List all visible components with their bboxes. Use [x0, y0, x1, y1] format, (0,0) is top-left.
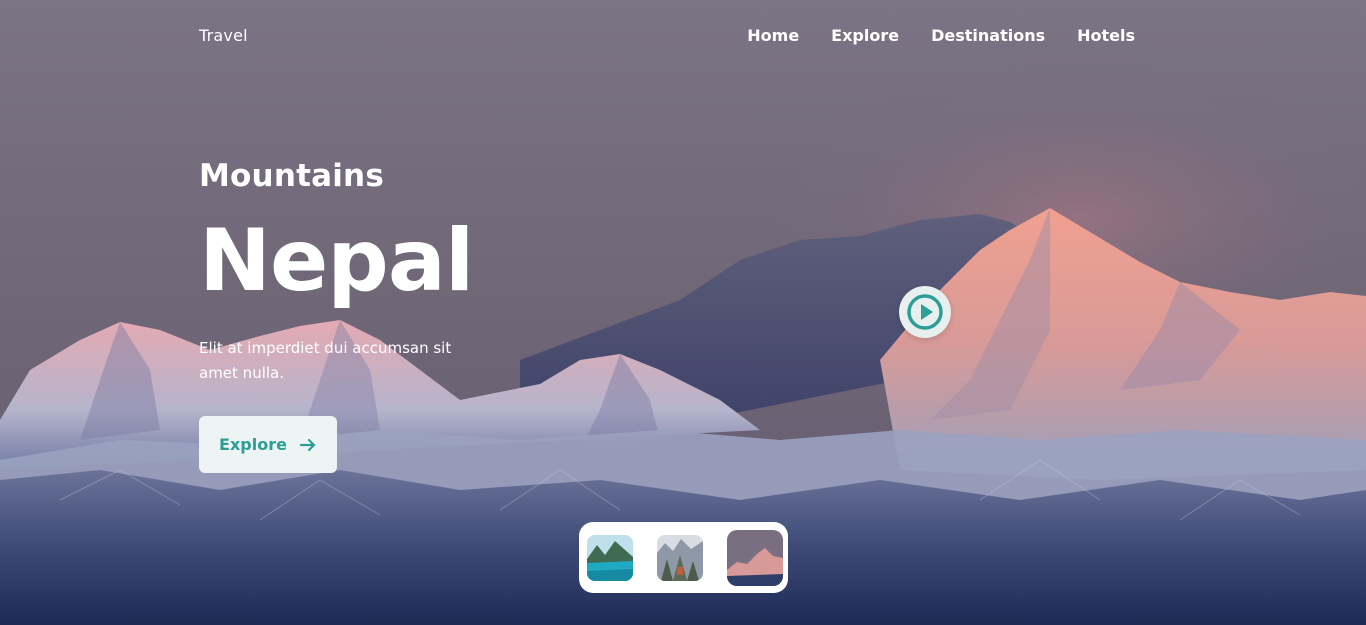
play-video-button[interactable]: [899, 286, 951, 338]
hero-description: Elit at imperdiet dui accumsan sit amet …: [199, 339, 452, 382]
play-circle-icon: [907, 294, 943, 330]
mountain-thumbnail[interactable]: [727, 529, 783, 586]
hero-subtitle: Mountains: [199, 158, 384, 194]
explore-button-label: Explore: [219, 435, 287, 454]
arrow-right-icon: [299, 438, 316, 451]
nav-destinations[interactable]: Destinations: [931, 26, 1045, 45]
brand-logo[interactable]: Travel: [199, 26, 248, 45]
hero-title: Nepal: [199, 211, 474, 311]
lake-thumbnail[interactable]: [587, 534, 633, 581]
forest-thumbnail[interactable]: [657, 534, 703, 581]
site-header: Travel Home Explore Destinations Hotels: [0, 0, 1366, 72]
explore-button[interactable]: Explore: [199, 416, 337, 473]
nav-hotels[interactable]: Hotels: [1077, 26, 1135, 45]
nav-explore[interactable]: Explore: [831, 26, 899, 45]
nav-home[interactable]: Home: [747, 26, 799, 45]
destination-thumbnails: [579, 522, 788, 593]
main-nav: Home Explore Destinations Hotels: [747, 26, 1135, 45]
